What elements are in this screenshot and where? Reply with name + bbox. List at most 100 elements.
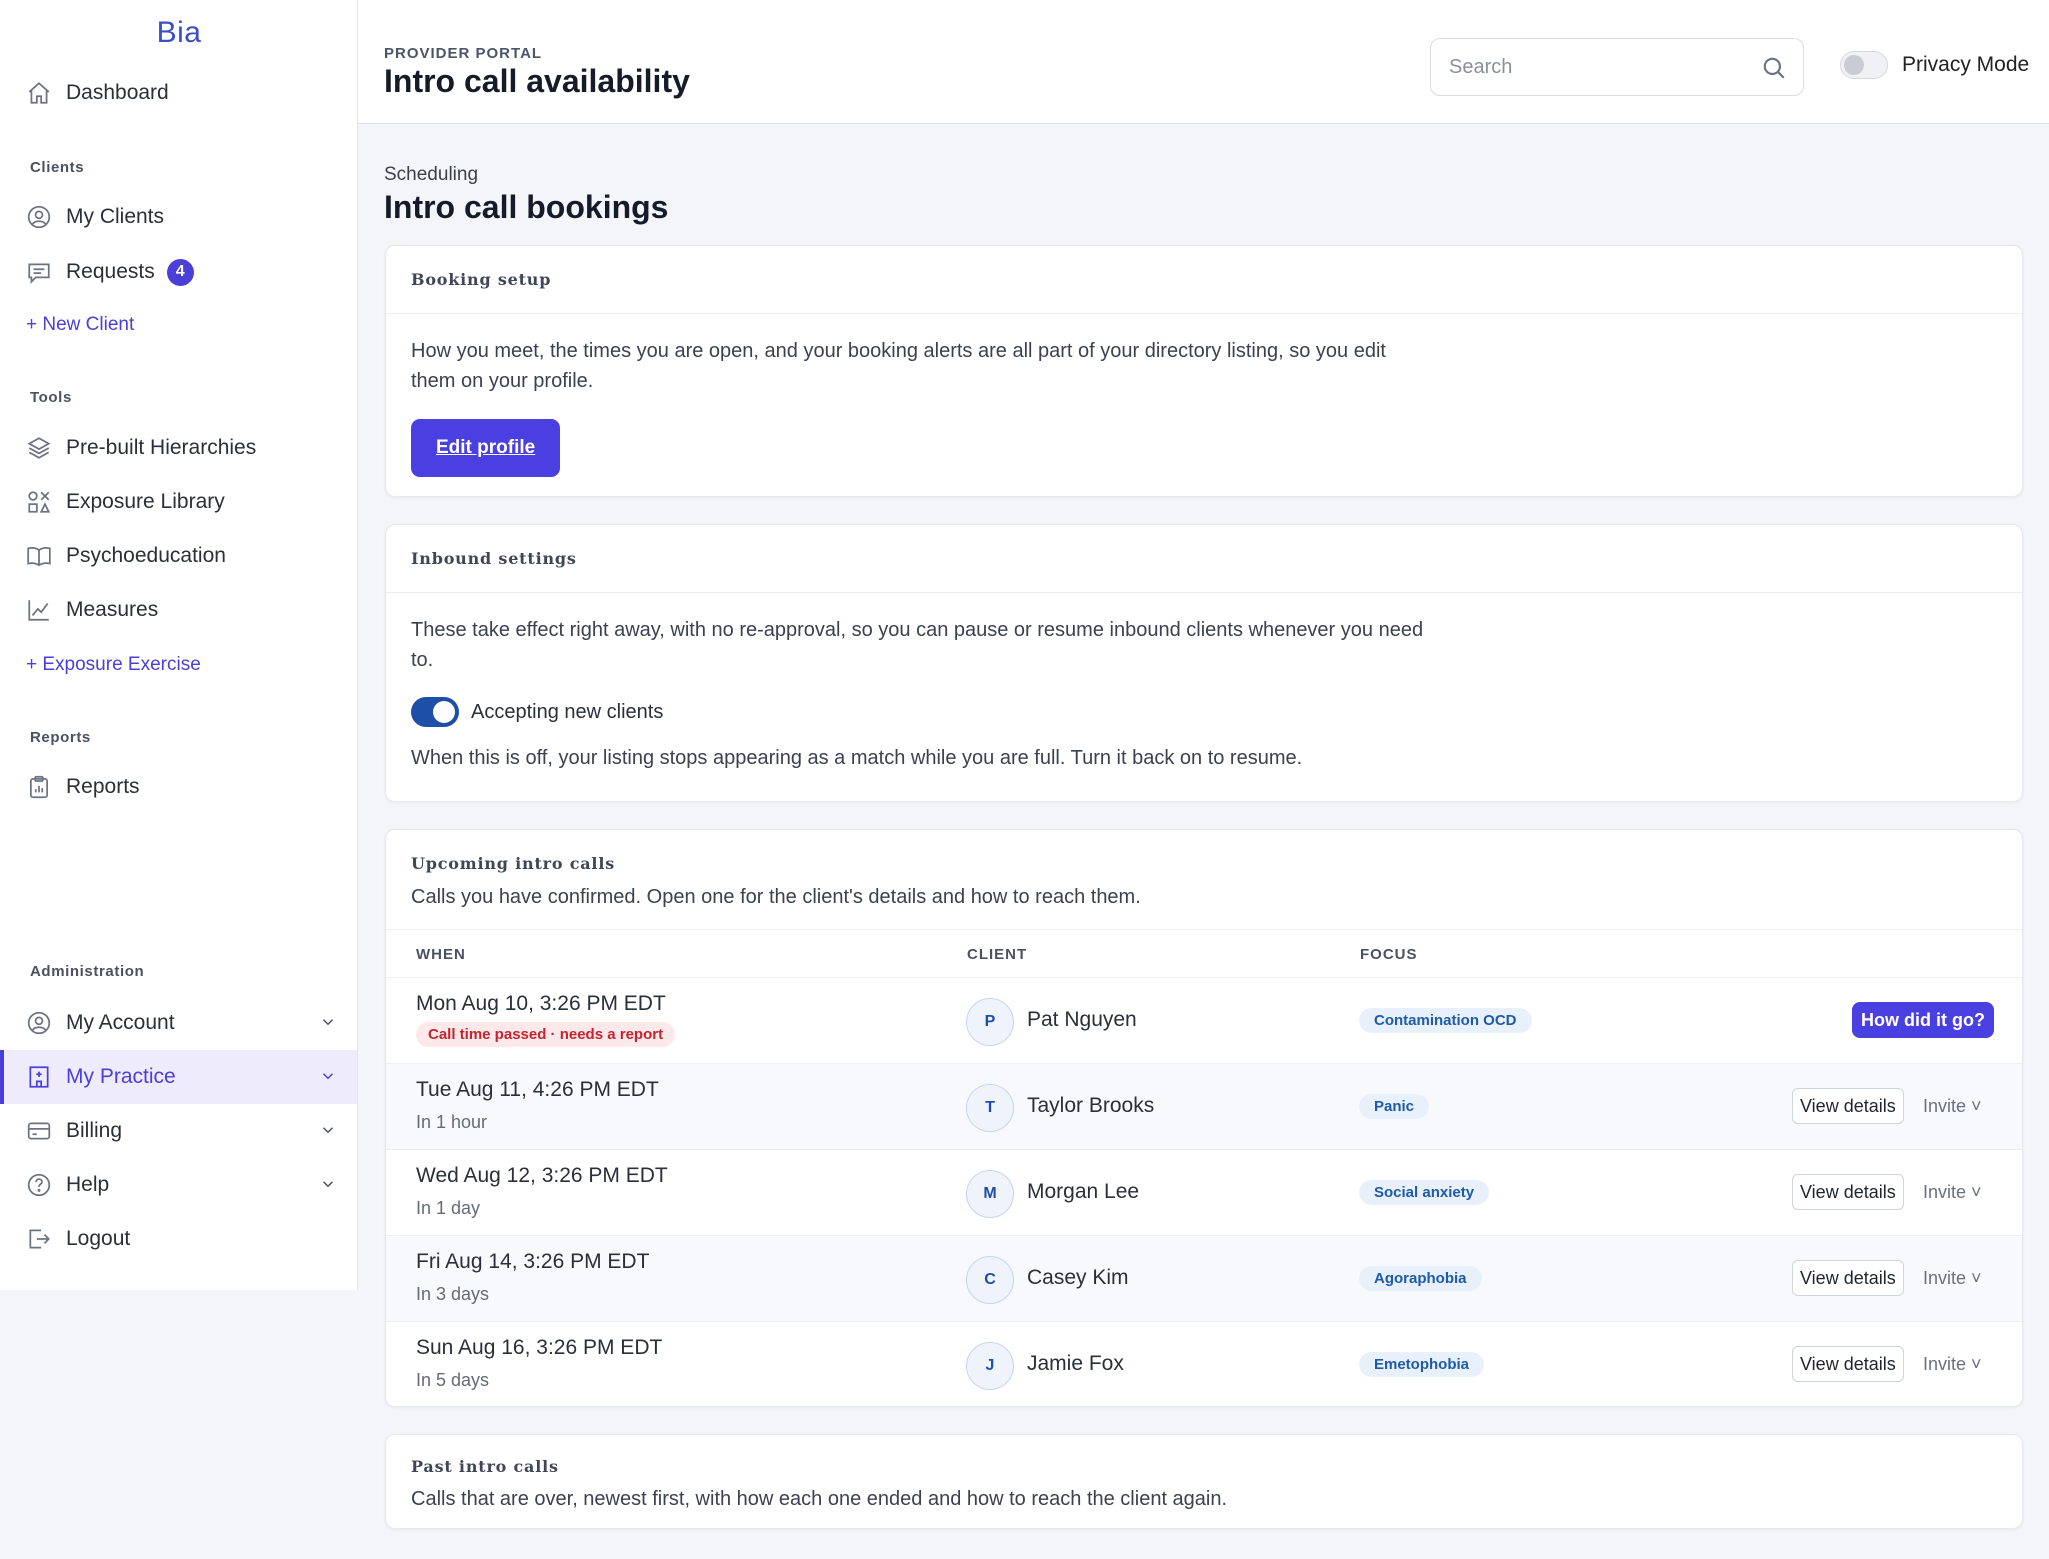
chevron-down-icon xyxy=(319,1067,337,1085)
sidebar-item-requests[interactable]: Requests 4 xyxy=(0,245,357,299)
search-box[interactable] xyxy=(1430,38,1804,96)
invite-dropdown[interactable]: Invite ˅ xyxy=(1923,1182,1982,1203)
status-badge: Call time passed · needs a report xyxy=(416,1022,676,1047)
view-details-button[interactable]: View details xyxy=(1792,1088,1904,1124)
chevron-down-icon xyxy=(319,1121,337,1139)
call-relative-time: In 5 days xyxy=(416,1370,490,1390)
upcoming-calls-title: Upcoming intro calls xyxy=(411,854,615,873)
sidebar-item-label: Help xyxy=(66,1173,110,1196)
accepting-clients-label: Accepting new clients xyxy=(471,700,664,723)
section-label-clients: Clients xyxy=(30,159,85,176)
view-details-button[interactable]: View details xyxy=(1792,1174,1904,1210)
message-icon xyxy=(26,259,52,285)
top-header: PROVIDER PORTAL Intro call availability … xyxy=(358,0,2049,124)
invite-dropdown[interactable]: Invite ˅ xyxy=(1923,1096,1982,1117)
home-icon xyxy=(26,80,52,106)
section-label-reports: Reports xyxy=(30,729,91,746)
client-name: Jamie Fox xyxy=(1027,1352,1124,1375)
call-when: Fri Aug 14, 3:26 PM EDT xyxy=(416,1250,650,1273)
table-row[interactable]: Mon Aug 10, 3:26 PM EDT Call time passed… xyxy=(386,977,2022,1063)
clipboard-icon xyxy=(26,774,52,800)
focus-tag: Agoraphobia xyxy=(1359,1266,1482,1291)
column-header-when: WHEN xyxy=(416,946,466,963)
inbound-settings-text: These take effect right away, with no re… xyxy=(411,619,1424,671)
invite-dropdown[interactable]: Invite ˅ xyxy=(1923,1268,1982,1289)
sidebar-item-label: My Account xyxy=(66,1011,175,1034)
call-when: Sun Aug 16, 3:26 PM EDT xyxy=(416,1336,663,1359)
new-client-link[interactable]: + New Client xyxy=(26,314,134,336)
exposure-exercise-link[interactable]: + Exposure Exercise xyxy=(26,654,201,676)
edit-profile-button[interactable]: Edit profile xyxy=(411,419,561,477)
sidebar-item-my-practice[interactable]: My Practice xyxy=(0,1050,357,1104)
call-relative-time: In 1 day xyxy=(416,1198,481,1218)
sidebar-item-label: Measures xyxy=(66,598,159,621)
client-name: Morgan Lee xyxy=(1027,1180,1140,1203)
invite-dropdown[interactable]: Invite ˅ xyxy=(1923,1354,1982,1375)
help-circle-icon xyxy=(26,1172,52,1198)
call-when: Tue Aug 11, 4:26 PM EDT xyxy=(416,1078,659,1101)
sidebar-item-exposure-library[interactable]: Exposure Library xyxy=(0,475,357,529)
privacy-mode-label: Privacy Mode xyxy=(1902,53,2030,76)
sidebar-item-dashboard[interactable]: Dashboard xyxy=(0,66,357,120)
sidebar: Bia Dashboard Clients My Clients Request… xyxy=(0,0,358,1290)
portal-kicker: PROVIDER PORTAL xyxy=(384,45,543,62)
sidebar-item-label: Logout xyxy=(66,1227,131,1250)
sidebar-item-my-account[interactable]: My Account xyxy=(0,996,357,1050)
sidebar-item-my-clients[interactable]: My Clients xyxy=(0,190,357,244)
view-details-button[interactable]: View details xyxy=(1792,1346,1904,1382)
how-did-it-go-button[interactable]: How did it go? xyxy=(1852,1002,1994,1038)
layers-icon xyxy=(26,435,52,461)
focus-tag: Contamination OCD xyxy=(1359,1008,1532,1033)
call-relative-time: In 3 days xyxy=(416,1284,490,1304)
privacy-mode: Privacy Mode xyxy=(1840,51,2029,79)
client-name: Casey Kim xyxy=(1027,1266,1129,1289)
booking-setup-title: Booking setup xyxy=(386,246,2022,314)
table-header: WHEN CLIENT FOCUS xyxy=(386,929,2022,977)
table-row[interactable]: Fri Aug 14, 3:26 PM EDT In 3 days C Case… xyxy=(386,1235,2022,1321)
accepting-clients-row: Accepting new clients xyxy=(411,697,663,727)
column-header-focus: FOCUS xyxy=(1360,946,1418,963)
view-details-button[interactable]: View details xyxy=(1792,1260,1904,1296)
table-row[interactable]: Sun Aug 16, 3:26 PM EDT In 5 days J Jami… xyxy=(386,1321,2022,1407)
sidebar-item-label: Psychoeducation xyxy=(66,544,226,567)
table-row[interactable]: Wed Aug 12, 3:26 PM EDT In 1 day M Morga… xyxy=(386,1149,2022,1235)
credit-card-icon xyxy=(26,1118,52,1144)
sidebar-item-label: Dashboard xyxy=(66,81,169,104)
focus-tag: Emetophobia xyxy=(1359,1352,1485,1377)
sidebar-item-logout[interactable]: Logout xyxy=(0,1212,357,1266)
logout-icon xyxy=(26,1226,52,1252)
section-label-administration: Administration xyxy=(30,963,145,980)
brand-logo[interactable]: Bia xyxy=(0,16,358,50)
sidebar-item-label: My Practice xyxy=(66,1065,176,1088)
sidebar-below-area xyxy=(0,1290,358,1559)
sidebar-item-label: Requests xyxy=(66,260,155,283)
search-icon[interactable] xyxy=(1761,55,1787,81)
sidebar-item-reports[interactable]: Reports xyxy=(0,760,357,814)
avatar: M xyxy=(966,1170,1014,1218)
line-chart-icon xyxy=(26,597,52,623)
privacy-mode-toggle[interactable] xyxy=(1840,51,1888,79)
accepting-clients-note: When this is off, your listing stops app… xyxy=(411,747,1303,769)
past-calls-title: Past intro calls xyxy=(411,1457,559,1476)
sidebar-item-billing[interactable]: Billing xyxy=(0,1104,357,1158)
booking-setup-card: Booking setup How you meet, the times yo… xyxy=(385,245,2023,497)
inbound-settings-title: Inbound settings xyxy=(386,525,2022,593)
user-circle-icon xyxy=(26,204,52,230)
avatar: P xyxy=(966,998,1014,1046)
search-input[interactable] xyxy=(1449,55,1739,79)
book-open-icon xyxy=(26,543,52,569)
breadcrumb[interactable]: Scheduling xyxy=(384,164,478,186)
upcoming-calls-card: Upcoming intro calls Calls you have conf… xyxy=(385,829,2023,1407)
sidebar-item-measures[interactable]: Measures xyxy=(0,583,357,637)
avatar: J xyxy=(966,1342,1014,1390)
table-row[interactable]: Tue Aug 11, 4:26 PM EDT In 1 hour T Tayl… xyxy=(386,1063,2022,1149)
sidebar-item-label: My Clients xyxy=(66,205,165,228)
sidebar-item-psychoeducation[interactable]: Psychoeducation xyxy=(0,529,357,583)
sidebar-item-label: Exposure Library xyxy=(66,490,225,513)
sidebar-item-prebuilt-hierarchies[interactable]: Pre-built Hierarchies xyxy=(0,421,357,475)
focus-tag: Social anxiety xyxy=(1359,1180,1490,1205)
sidebar-item-help[interactable]: Help xyxy=(0,1158,357,1212)
shapes-icon xyxy=(26,489,52,515)
accepting-clients-toggle[interactable] xyxy=(411,697,459,727)
requests-count-badge: 4 xyxy=(166,258,194,286)
